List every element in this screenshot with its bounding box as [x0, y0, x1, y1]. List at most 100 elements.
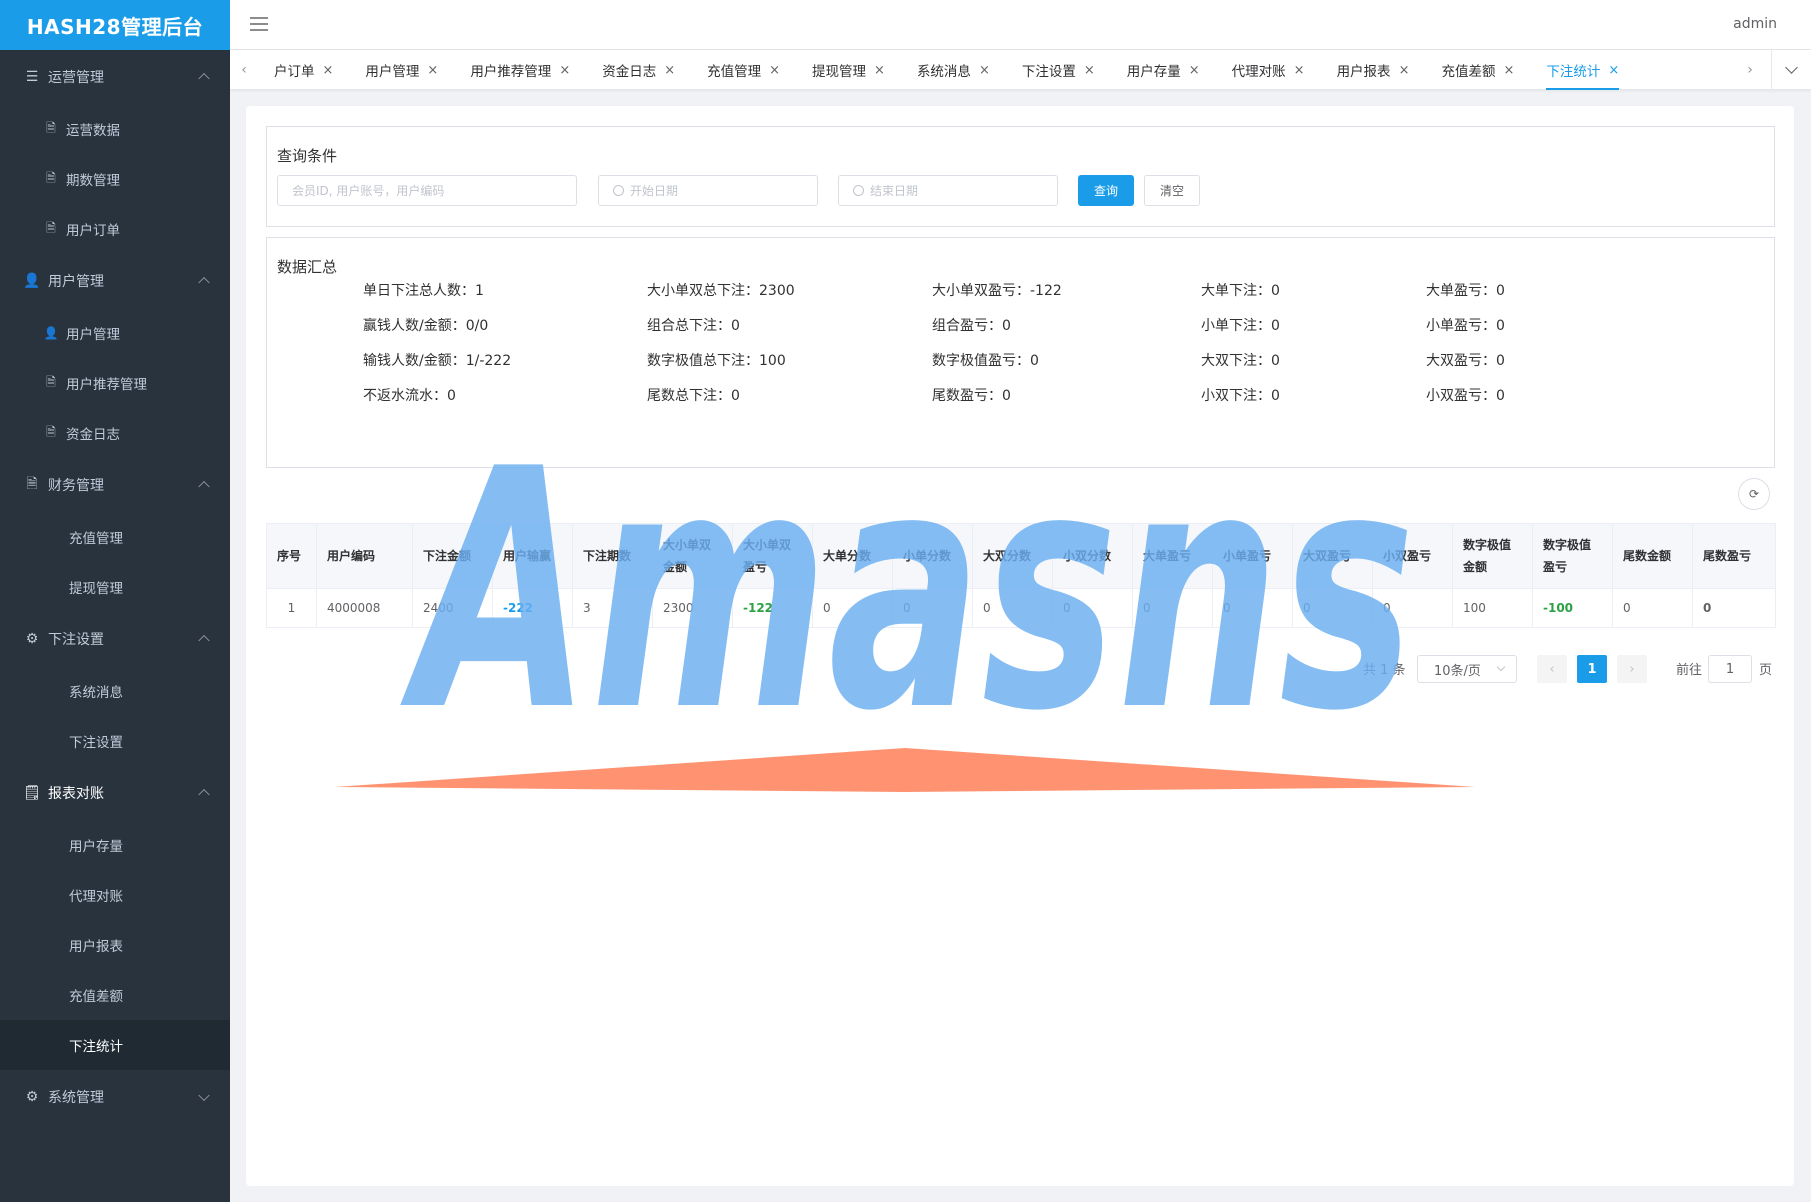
close-icon[interactable]: × — [1294, 63, 1305, 78]
sidebar-item-bet-settings[interactable]: 下注设置 — [0, 716, 230, 766]
end-date-input[interactable]: 结束日期 — [838, 175, 1058, 206]
header-text: 小单分数 — [903, 549, 952, 563]
sidebar-item-recharge-diff[interactable]: 充值差额 — [0, 970, 230, 1020]
sidebar-item-agent-reconciliation[interactable]: 代理对账 — [0, 870, 230, 920]
menu-group-bet-settings[interactable]: ⚙ 下注设置 — [0, 612, 230, 666]
summary-stat: 大小单双总下注：2300 — [647, 283, 795, 299]
summary-stat: 小单盈亏：0 — [1426, 318, 1505, 334]
gear-icon: ⚙ — [25, 1089, 39, 1105]
tab-11[interactable]: 充值差额 × — [1425, 50, 1530, 90]
clear-button[interactable]: 清空 — [1144, 175, 1200, 206]
summary-stat: 组合盈亏：0 — [932, 318, 1011, 334]
refresh-icon: ⟳ — [1748, 487, 1760, 501]
sidebar-item-user-management[interactable]: 👤 用户管理 — [0, 308, 230, 358]
column-header: 大单分数 — [812, 523, 893, 589]
tabs-scroll-right-icon[interactable]: › — [1740, 50, 1760, 90]
tab-3[interactable]: 资金日志 × — [586, 50, 691, 90]
document-icon: 🗎 — [46, 170, 56, 185]
tab-4[interactable]: 充值管理 × — [691, 50, 796, 90]
tab-0[interactable]: 户订单 × — [258, 50, 349, 90]
tabs-dropdown-button[interactable] — [1771, 50, 1811, 90]
close-icon[interactable]: × — [427, 63, 438, 78]
page-size-select[interactable]: 10条/页 — [1417, 655, 1517, 683]
header-text: 序号 — [277, 549, 302, 563]
tab-12[interactable]: 下注统计 × — [1530, 50, 1635, 90]
header-text: 大小单双 — [663, 538, 712, 552]
member-search-input[interactable]: 会员ID, 用户账号，用户编码 — [277, 175, 577, 206]
tab-label: 用户管理 — [365, 64, 420, 80]
menu-group-label: 用户管理 — [48, 274, 104, 290]
sidebar-item-bet-statistics[interactable]: 下注统计 — [0, 1020, 230, 1070]
close-icon[interactable]: × — [1503, 63, 1514, 78]
page-1-button[interactable]: 1 — [1577, 655, 1607, 683]
close-icon[interactable]: × — [323, 63, 334, 78]
tab-8[interactable]: 用户存量 × — [1111, 50, 1216, 90]
tab-10[interactable]: 用户报表 × — [1321, 50, 1426, 90]
close-icon[interactable]: × — [1608, 63, 1619, 78]
column-header: 大双盈亏 — [1292, 523, 1373, 589]
header-text: 小单盈亏 — [1223, 549, 1272, 563]
refresh-button[interactable]: ⟳ — [1738, 478, 1770, 510]
close-icon[interactable]: × — [979, 63, 990, 78]
menu-group-reports[interactable]: 🗒 报表对账 — [0, 766, 230, 820]
menu-group-label: 报表对账 — [48, 786, 104, 802]
close-icon[interactable]: × — [1189, 63, 1200, 78]
menu-group-finance[interactable]: 🗎 财务管理 — [0, 458, 230, 512]
tabs-scroll-left-icon[interactable]: ‹ — [234, 50, 254, 90]
tab-9[interactable]: 代理对账 × — [1216, 50, 1321, 90]
sidebar-item-period-management[interactable]: 🗎 期数管理 — [0, 154, 230, 204]
close-icon[interactable]: × — [769, 63, 780, 78]
header-text: 用户输赢 — [503, 549, 552, 563]
close-icon[interactable]: × — [1084, 63, 1095, 78]
tab-1[interactable]: 用户管理 × — [349, 50, 454, 90]
document-icon: 🗎 — [46, 120, 56, 135]
column-header: 小双盈亏 — [1372, 523, 1453, 589]
tab-label: 用户存量 — [1126, 64, 1181, 80]
start-date-input[interactable]: 开始日期 — [598, 175, 818, 206]
column-header: 尾数盈亏 — [1692, 523, 1776, 589]
chevron-up-icon — [198, 788, 210, 801]
menu-group-label: 下注设置 — [48, 632, 104, 648]
sidebar-item-referral-management[interactable]: 🗎 用户推荐管理 — [0, 358, 230, 408]
summary-stat: 尾数盈亏：0 — [932, 388, 1011, 404]
user-name[interactable]: admin — [1733, 16, 1777, 32]
sidebar-item-user-stock[interactable]: 用户存量 — [0, 820, 230, 870]
chevron-up-icon — [198, 276, 210, 289]
prev-page-button[interactable]: ‹ — [1537, 655, 1567, 683]
column-header: 序号 — [266, 523, 317, 589]
sidebar-item-user-report[interactable]: 用户报表 — [0, 920, 230, 970]
table-cell: 0 — [1612, 588, 1693, 628]
summary-stat: 单日下注总人数：1 — [363, 283, 484, 299]
sidebar-item-fund-log[interactable]: 🗎 资金日志 — [0, 408, 230, 458]
header-text: 大单分数 — [823, 549, 872, 563]
menu-group-system[interactable]: ⚙ 系统管理 — [0, 1070, 230, 1124]
search-button[interactable]: 查询 — [1078, 175, 1134, 206]
next-page-button[interactable]: › — [1617, 655, 1647, 683]
table-cell: 2300 — [652, 588, 733, 628]
sidebar-item-withdraw[interactable]: 提现管理 — [0, 562, 230, 612]
user-icon: 👤 — [23, 273, 41, 289]
document-icon: 🗎 — [26, 476, 38, 492]
menu-group-users[interactable]: 👤 用户管理 — [0, 254, 230, 308]
tab-6[interactable]: 系统消息 × — [901, 50, 1006, 90]
sidebar-item-recharge[interactable]: 充值管理 — [0, 512, 230, 562]
close-icon[interactable]: × — [664, 63, 675, 78]
close-icon[interactable]: × — [559, 63, 570, 78]
sidebar-item-system-messages[interactable]: 系统消息 — [0, 666, 230, 716]
tab-7[interactable]: 下注设置 × — [1006, 50, 1111, 90]
tab-list: 户订单 × 用户管理 × 用户推荐管理 × 资金日志 × 充值管理 × 提现管理 × 系统消息 × 下注设置… — [258, 50, 1758, 90]
tab-5[interactable]: 提现管理 × — [796, 50, 901, 90]
close-icon[interactable]: × — [1399, 63, 1410, 78]
column-header: 数字极值 金额 — [1452, 523, 1533, 589]
report-icon: 🗒 — [23, 785, 41, 801]
goto-page-input[interactable]: 1 — [1708, 655, 1752, 683]
table-cell: 0 — [812, 588, 893, 628]
gear-icon: ⚙ — [25, 631, 39, 647]
sidebar-item-user-orders[interactable]: 🗎 用户订单 — [0, 204, 230, 254]
sidebar-item-operations-data[interactable]: 🗎 运营数据 — [0, 104, 230, 154]
menu-group-operations[interactable]: ☰ 运营管理 — [0, 50, 230, 104]
close-icon[interactable]: × — [874, 63, 885, 78]
hamburger-menu-icon[interactable] — [250, 17, 268, 31]
sidebar: HASH28管理后台 ☰ 运营管理 🗎 运营数据 🗎 期数管理 🗎 用户订单 👤 用户… — [0, 0, 230, 1202]
tab-2[interactable]: 用户推荐管理 × — [454, 50, 586, 90]
